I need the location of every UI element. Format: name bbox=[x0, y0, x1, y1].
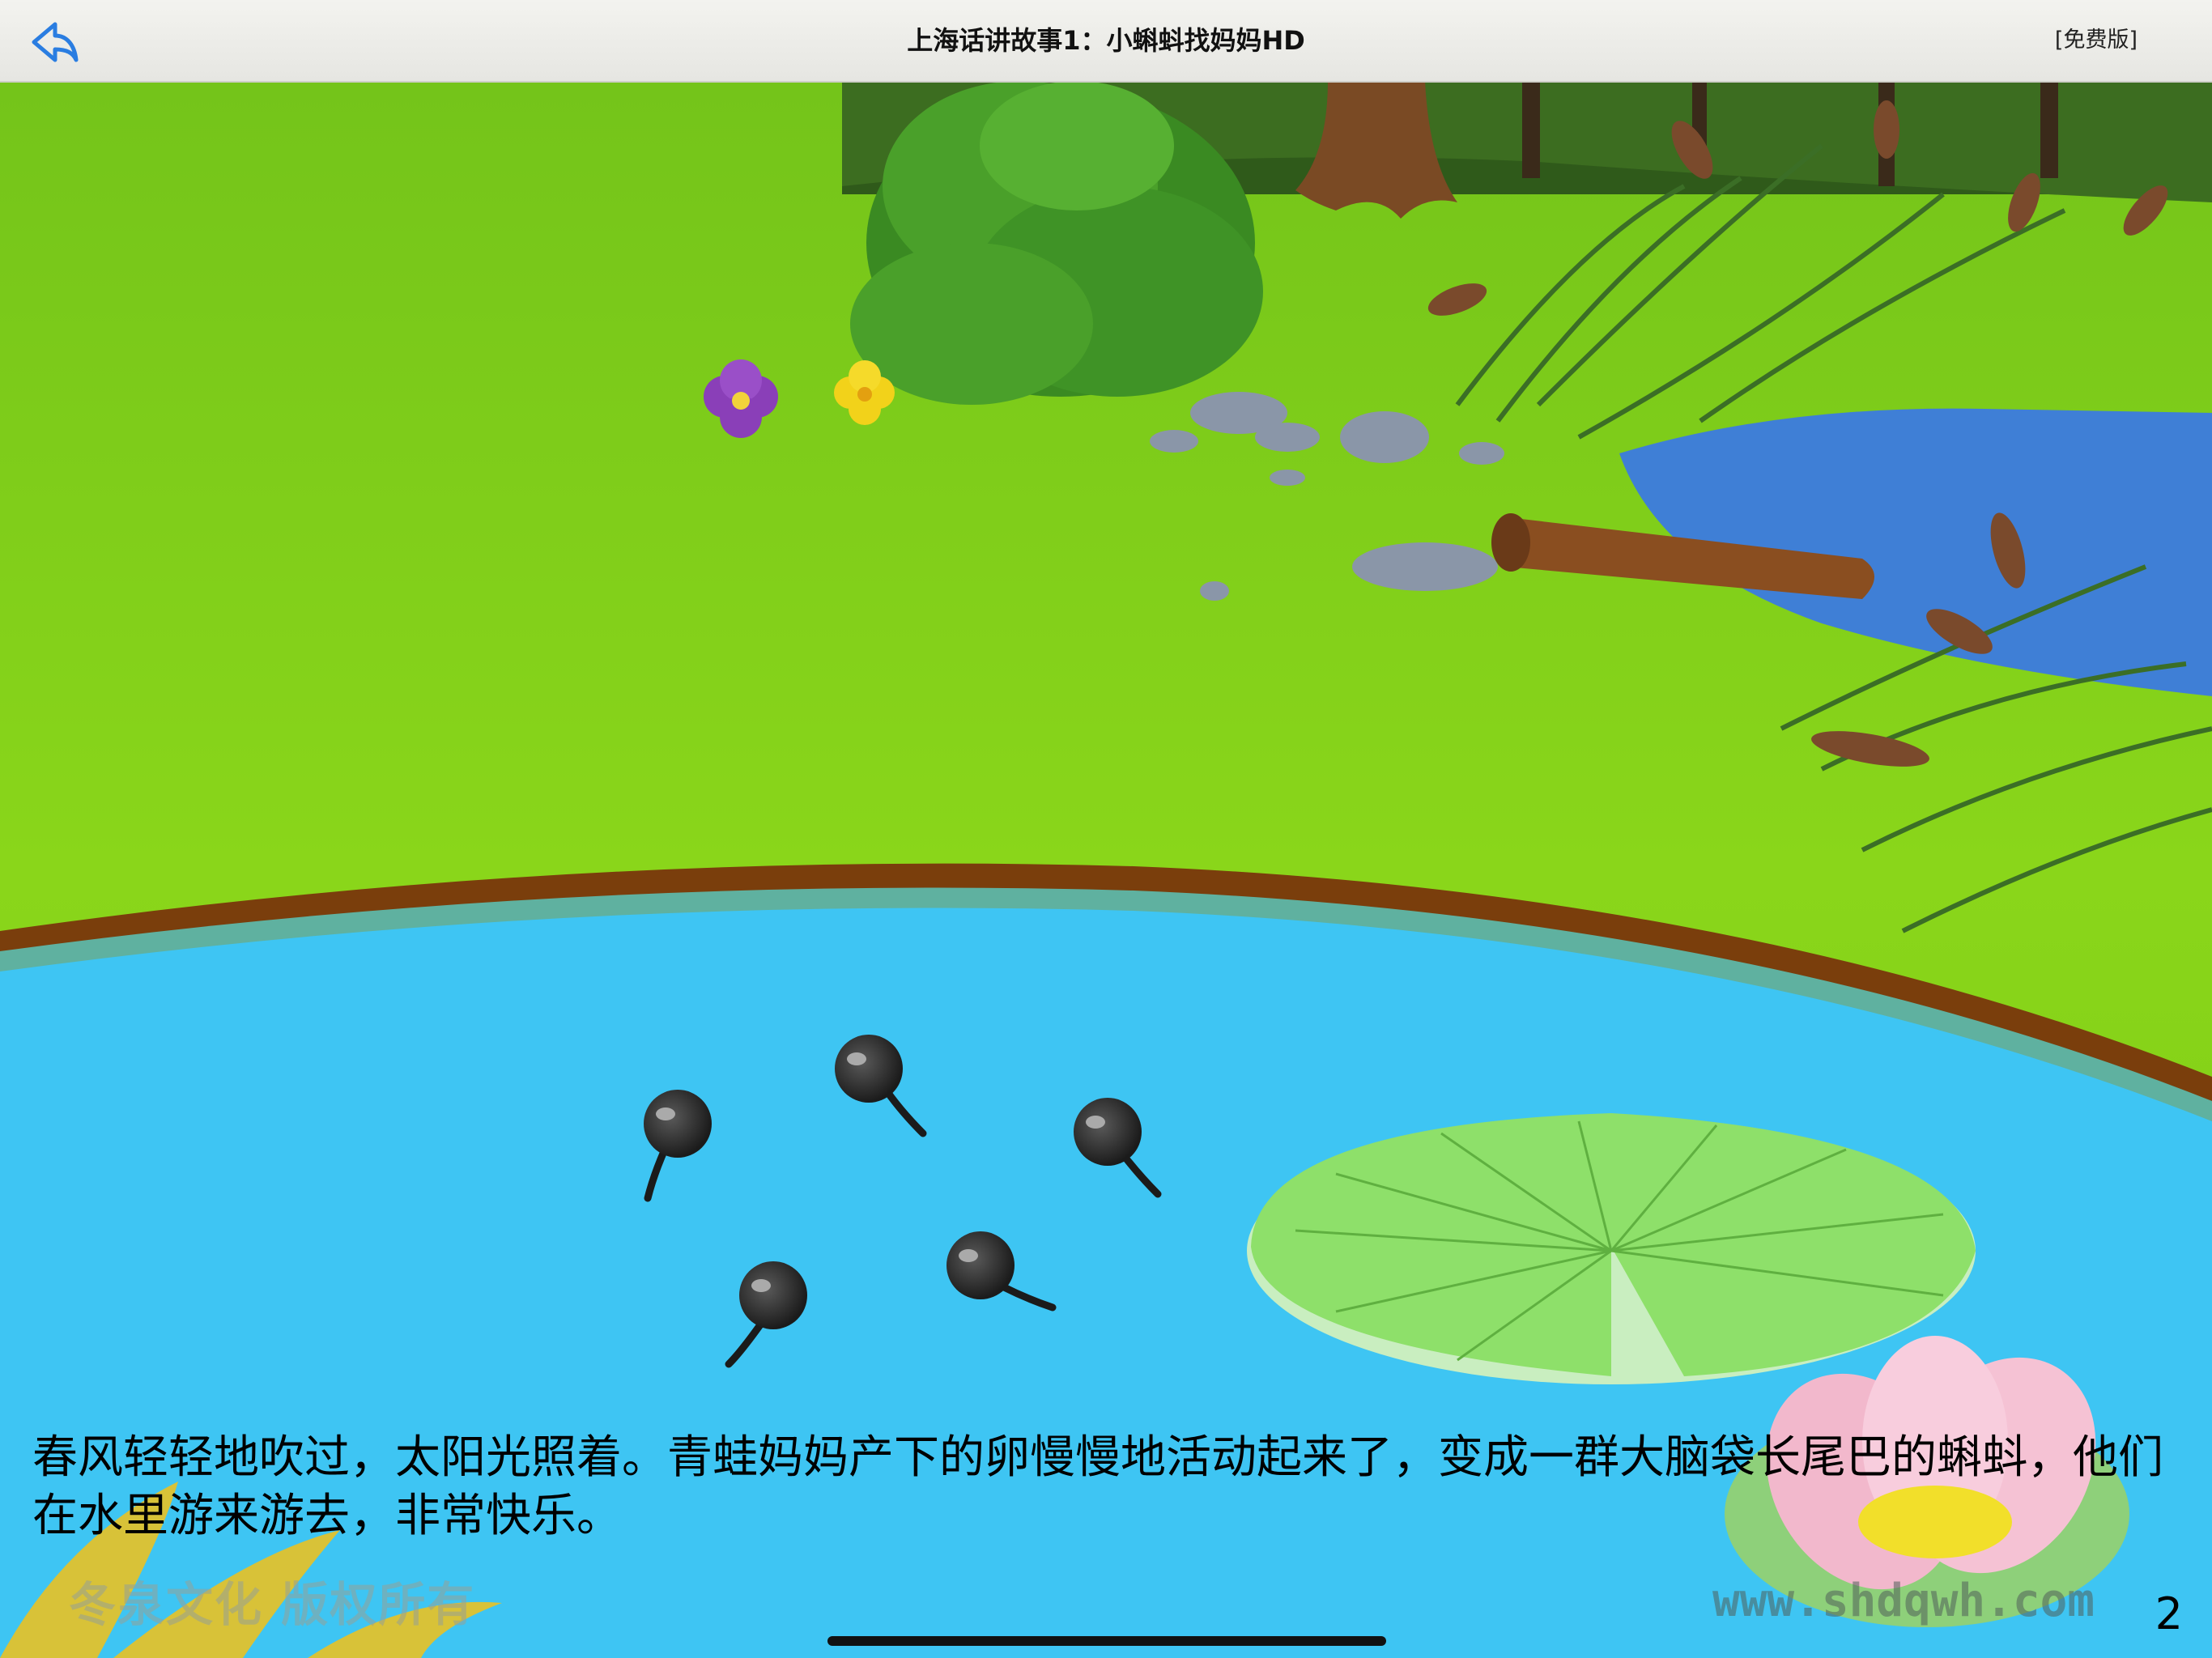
edition-badge: [免费版] bbox=[2054, 28, 2138, 53]
copyright-watermark: 冬泉文化 版权所有 bbox=[69, 1577, 476, 1632]
website-watermark: www.shdqwh.com bbox=[1712, 1575, 2095, 1627]
story-text: 春风轻轻地吹过，太阳光照着。青蛙妈妈产下的卵慢慢地活动起来了，变成一群大脑袋长尾… bbox=[32, 1431, 2163, 1542]
page-title: 上海话讲故事1：小蝌蚪找妈妈HD bbox=[907, 25, 1305, 56]
page-number: 2 bbox=[2155, 1588, 2183, 1639]
home-indicator[interactable] bbox=[827, 1636, 1386, 1646]
story-illustration bbox=[0, 81, 2212, 1658]
navigation-bar: 上海话讲故事1：小蝌蚪找妈妈HD [免费版] bbox=[0, 0, 2212, 83]
